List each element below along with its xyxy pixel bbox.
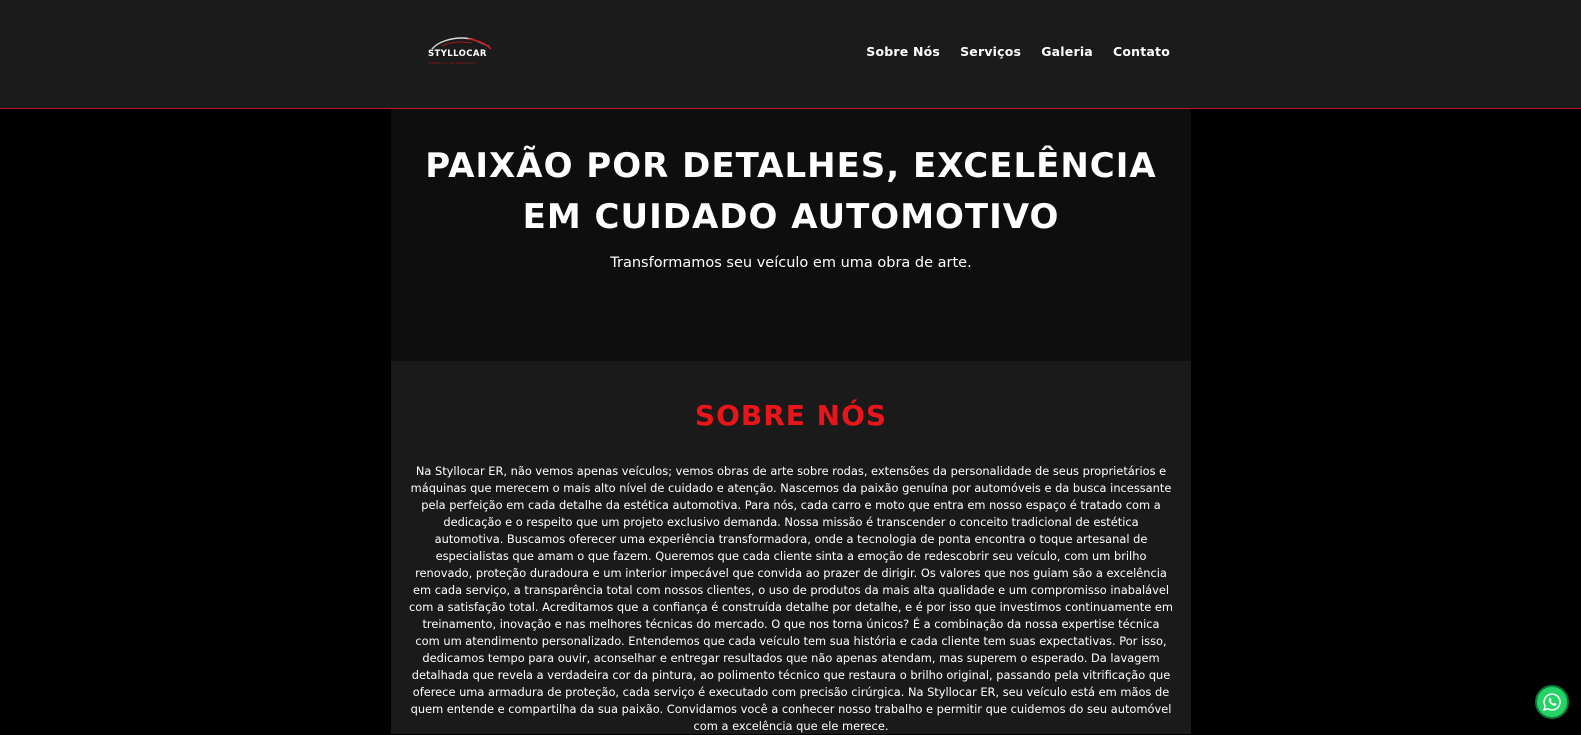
about-section: SOBRE NÓS Na Styllocar ER, não vemos ape… [391, 361, 1191, 734]
whatsapp-icon [1543, 693, 1561, 711]
site-header: STYLLOCAR ESTÉTICA AUTOMOTIVA Sobre Nós … [0, 0, 1581, 109]
logo-name: STYLLOCAR [428, 49, 487, 59]
hero-title: PAIXÃO POR DETALHES, EXCELÊNCIA EM CUIDA… [391, 141, 1191, 243]
hero-subtitle: Transformamos seu veículo em uma obra de… [610, 255, 972, 271]
hero-title-line-1: PAIXÃO POR DETALHES, EXCELÊNCIA [425, 146, 1157, 186]
nav-link-contato[interactable]: Contato [1113, 44, 1170, 59]
nav-link-servicos[interactable]: Serviços [960, 44, 1021, 59]
about-body: Na Styllocar ER, não vemos apenas veícul… [409, 464, 1173, 733]
nav-link-galeria[interactable]: Galeria [1041, 44, 1093, 59]
logo-tagline: ESTÉTICA AUTOMOTIVA [429, 61, 476, 65]
main-content: PAIXÃO POR DETALHES, EXCELÊNCIA EM CUIDA… [391, 109, 1191, 734]
hero-section: PAIXÃO POR DETALHES, EXCELÊNCIA EM CUIDA… [391, 109, 1191, 361]
whatsapp-button[interactable] [1535, 685, 1569, 719]
main-nav: Sobre Nós Serviços Galeria Contato [866, 44, 1170, 59]
nav-link-sobre-nos[interactable]: Sobre Nós [866, 44, 940, 59]
about-heading: SOBRE NÓS [694, 399, 888, 432]
hero-title-line-2: EM CUIDADO AUTOMOTIVO [522, 197, 1060, 237]
logo[interactable]: STYLLOCAR ESTÉTICA AUTOMOTIVA [428, 34, 494, 68]
